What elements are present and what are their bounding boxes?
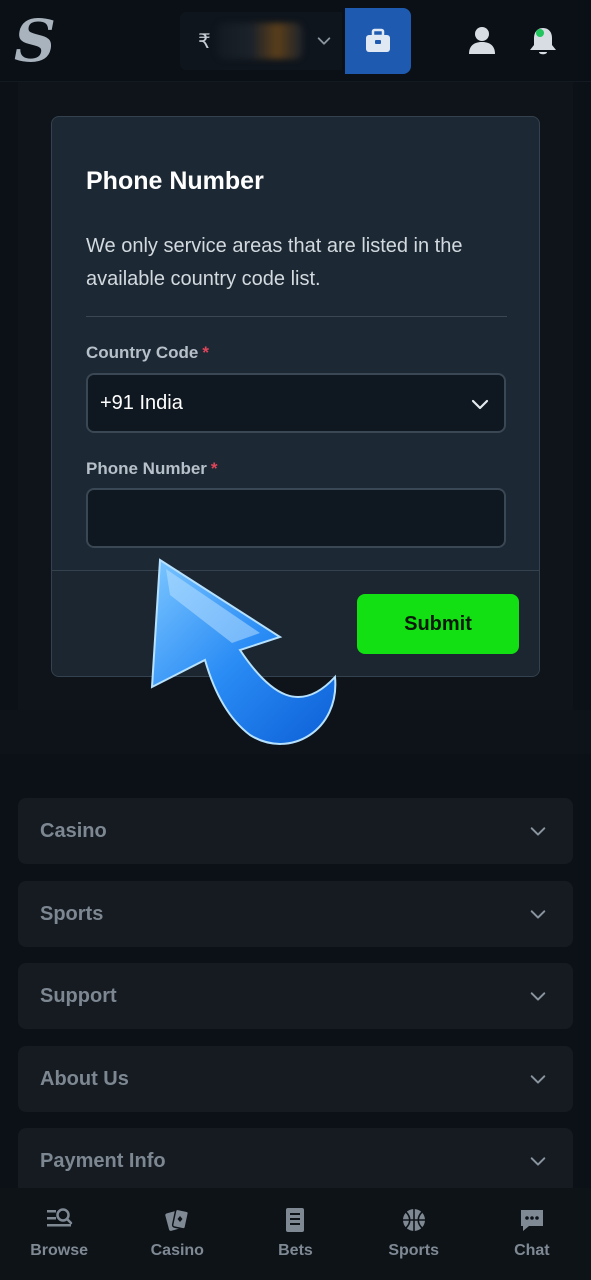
chevron-down-icon: [530, 1075, 546, 1084]
chevron-down-icon: [471, 399, 489, 410]
chevron-down-icon: [530, 1157, 546, 1166]
chevron-down-icon: [317, 37, 331, 45]
accordion-casino[interactable]: Casino: [18, 798, 573, 864]
phone-number-label: Phone Number *: [86, 459, 218, 478]
country-code-label: Country Code *: [86, 343, 210, 362]
chevron-down-icon: [530, 910, 546, 919]
phone-number-input[interactable]: [86, 488, 506, 548]
nav-sports[interactable]: Sports: [359, 1206, 469, 1260]
wallet-icon: [366, 28, 390, 52]
browse-icon: [47, 1208, 73, 1227]
currency-symbol: ₹: [198, 30, 211, 53]
notification-dot: [536, 29, 544, 37]
background-strip: [0, 710, 591, 754]
bottom-nav: Browse Casino Bets Sports Chat: [0, 1188, 591, 1280]
modal-title: Phone Number: [86, 167, 264, 195]
accordion-about-us[interactable]: About Us: [18, 1046, 573, 1112]
top-header: S ₹: [0, 0, 591, 82]
nav-browse[interactable]: Browse: [4, 1206, 114, 1260]
phone-number-modal: Phone Number We only service areas that …: [51, 116, 540, 677]
cards-icon: [165, 1208, 190, 1231]
nav-bets[interactable]: Bets: [240, 1206, 350, 1260]
accordion-sports[interactable]: Sports: [18, 881, 573, 947]
country-code-value: +91 India: [100, 391, 183, 414]
chat-icon: [520, 1210, 543, 1231]
nav-casino[interactable]: Casino: [122, 1206, 232, 1260]
ball-icon: [402, 1209, 425, 1231]
balance-dropdown[interactable]: ₹: [180, 12, 342, 70]
country-code-select[interactable]: +91 India: [86, 373, 506, 433]
divider: [86, 316, 507, 317]
chevron-down-icon: [530, 827, 546, 836]
bell-icon[interactable]: [526, 24, 560, 58]
user-icon[interactable]: [466, 24, 498, 56]
logo[interactable]: S: [14, 10, 58, 72]
wallet-button[interactable]: [345, 8, 411, 74]
accordion-support[interactable]: Support: [18, 963, 573, 1029]
modal-description: We only service areas that are listed in…: [86, 235, 463, 290]
modal-footer: Submit: [52, 570, 539, 676]
nav-chat[interactable]: Chat: [477, 1206, 587, 1260]
balance-amount-blurred: [216, 23, 303, 59]
required-marker: *: [210, 459, 218, 478]
required-marker: *: [202, 343, 210, 362]
accordion-payment-info[interactable]: Payment Info: [18, 1128, 573, 1194]
bets-slip-icon: [286, 1208, 305, 1232]
submit-button[interactable]: Submit: [357, 594, 519, 654]
chevron-down-icon: [530, 992, 546, 1001]
